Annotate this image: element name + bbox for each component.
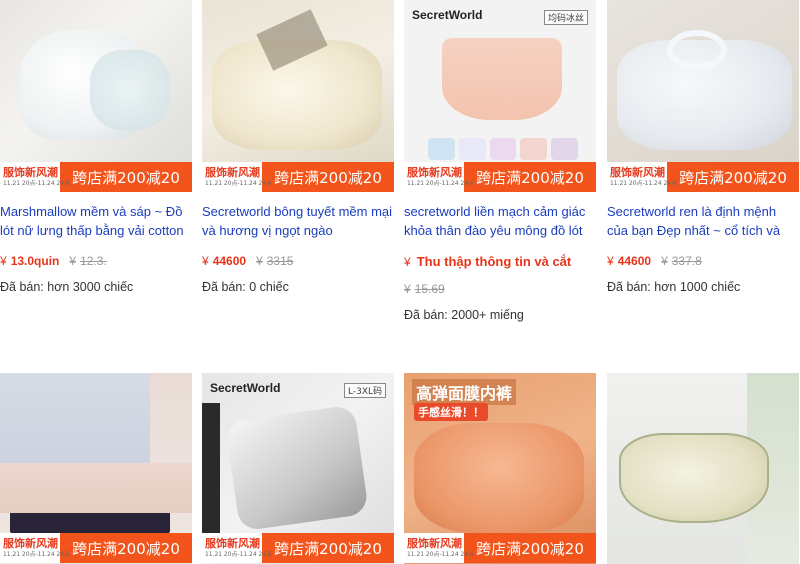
image-headline: 高弹面膜内裤	[412, 379, 517, 405]
promo-banner: 服饰新风潮 11.21 20点-11.24 24点 跨店满200减20	[0, 162, 192, 192]
product-image[interactable]: SecretWorld L-3XL码 服饰新风潮 11.21 20点-11.24…	[202, 373, 394, 564]
product-title-link[interactable]: Secretworld bông tuyết mềm mại và hương …	[202, 202, 394, 240]
promo-dates: 11.21 20点-11.24 24点	[407, 550, 475, 557]
promo-dates: 11.21 20点-11.24 24点	[3, 550, 71, 557]
promo-event-label: 服饰新风潮	[205, 536, 260, 550]
promo-dates: 11.21 20点-11.24 24点	[3, 179, 71, 186]
original-price: ¥3315	[256, 254, 294, 268]
product-title-link[interactable]: Marshmallow mềm và sáp ~ Đồ lót nữ lưng …	[0, 202, 192, 240]
size-tag: L-3XL码	[343, 383, 386, 398]
product-card[interactable]: 服饰新风潮 11.21 20点-11.24 24点 跨店满200减20 Secr…	[202, 0, 394, 294]
sold-count: Đã bán: hơn 3000 chiếc	[0, 280, 134, 294]
promo-discount: 跨店满200减20	[60, 533, 192, 563]
promo-event-label: 服饰新风潮	[610, 165, 665, 179]
promo-dates: 11.21 20点-11.24 24点	[205, 179, 273, 186]
promo-discount: 跨店满200减20	[60, 162, 192, 192]
promo-discount: 跨店满200减20	[262, 162, 394, 192]
product-card[interactable]	[607, 373, 799, 564]
promo-dates: 11.21 20点-11.24 24点	[407, 179, 475, 186]
promo-banner: 服饰新风潮 11.21 20点-11.24 24点 跨店满200减20	[404, 162, 596, 192]
product-title-link[interactable]: secretworld liền mạch cảm giác khỏa thân…	[404, 202, 596, 240]
product-image[interactable]: 服饰新风潮 11.21 20点-11.24 24点 跨店满200减20	[0, 0, 192, 192]
product-image[interactable]	[607, 373, 799, 564]
current-price: ¥44600	[607, 254, 652, 268]
sold-count: Đã bán: 0 chiếc	[202, 280, 289, 294]
product-image[interactable]: 高弹面膜内裤 手感丝滑！！ 服饰新风潮 11.21 20点-11.24 24点 …	[404, 373, 596, 564]
image-subheadline: 手感丝滑！！	[414, 403, 488, 421]
sold-count: Đã bán: 2000+ miếng	[404, 308, 524, 322]
promo-event-label: 服饰新风潮	[3, 536, 58, 550]
product-card[interactable]: 高弹面膜内裤 手感丝滑！！ 服饰新风潮 11.21 20点-11.24 24点 …	[404, 373, 596, 564]
product-image[interactable]: 服饰新风潮 11.21 20点-11.24 24点 跨店满200减20	[202, 0, 394, 192]
original-price: ¥337.8	[661, 254, 702, 268]
promo-discount: 跨店满200减20	[667, 162, 799, 192]
promo-event-label: 服饰新风潮	[407, 536, 462, 550]
promo-discount: 跨店满200减20	[262, 533, 394, 563]
promo-event-label: 服饰新风潮	[205, 165, 260, 179]
product-card[interactable]: 服饰新风潮 11.21 20点-11.24 24点 跨店满200减20 Secr…	[607, 0, 799, 294]
product-card[interactable]: SecretWorld 均码冰丝 服饰新风潮 11.21 20点-11.24 2…	[404, 0, 596, 322]
product-card[interactable]: 服饰新风潮 11.21 20点-11.24 24点 跨店满200减20 Mars…	[0, 0, 192, 294]
price-row: ¥44600 ¥337.8	[607, 254, 799, 268]
size-tag: 均码冰丝	[543, 10, 588, 25]
promo-banner: 服饰新风潮 11.21 20点-11.24 24点 跨店满200减20	[607, 162, 799, 192]
product-grid: 服饰新风潮 11.21 20点-11.24 24点 跨店满200减20 Mars…	[0, 0, 800, 564]
promo-banner: 服饰新风潮 11.21 20点-11.24 24点 跨店满200减20	[202, 162, 394, 192]
promo-discount: 跨店满200减20	[464, 533, 596, 563]
promo-banner: 服饰新风潮 11.21 20点-11.24 24点 跨店满200减20	[404, 533, 596, 563]
product-image[interactable]: 服饰新风潮 11.21 20点-11.24 24点 跨店满200减20	[607, 0, 799, 192]
brand-logo: SecretWorld	[210, 381, 281, 395]
promo-banner: 服饰新风潮 11.21 20点-11.24 24点 跨店满200减20	[0, 533, 192, 563]
promo-banner: 服饰新风潮 11.21 20点-11.24 24点 跨店满200减20	[202, 533, 394, 563]
product-image[interactable]: SecretWorld 均码冰丝 服饰新风潮 11.21 20点-11.24 2…	[404, 0, 596, 192]
brand-logo: SecretWorld	[412, 8, 483, 22]
original-price: ¥15.69	[404, 282, 445, 296]
price-row: ¥44600 ¥3315	[202, 254, 394, 268]
sold-count: Đã bán: hơn 1000 chiếc	[607, 280, 741, 294]
product-card[interactable]: 服饰新风潮 11.21 20点-11.24 24点 跨店满200减20	[0, 373, 192, 564]
promo-dates: 11.21 20点-11.24 24点	[610, 179, 678, 186]
product-image[interactable]: 服饰新风潮 11.21 20点-11.24 24点 跨店满200减20	[0, 373, 192, 564]
promo-discount: 跨店满200减20	[464, 162, 596, 192]
price-row: ¥13.0quin ¥12.3.	[0, 254, 192, 268]
current-price: ¥ Thu thập thông tin và cắt	[404, 254, 572, 269]
product-card[interactable]: SecretWorld L-3XL码 服饰新风潮 11.21 20点-11.24…	[202, 373, 394, 564]
product-title-link[interactable]: Secretworld ren là định mệnh của bạn Đẹp…	[607, 202, 799, 240]
current-price: ¥13.0quin	[0, 254, 60, 268]
promo-event-label: 服饰新风潮	[3, 165, 58, 179]
original-price: ¥12.3.	[69, 254, 107, 268]
promo-event-label: 服饰新风潮	[407, 165, 462, 179]
current-price: ¥44600	[202, 254, 247, 268]
promo-dates: 11.21 20点-11.24 24点	[205, 550, 273, 557]
